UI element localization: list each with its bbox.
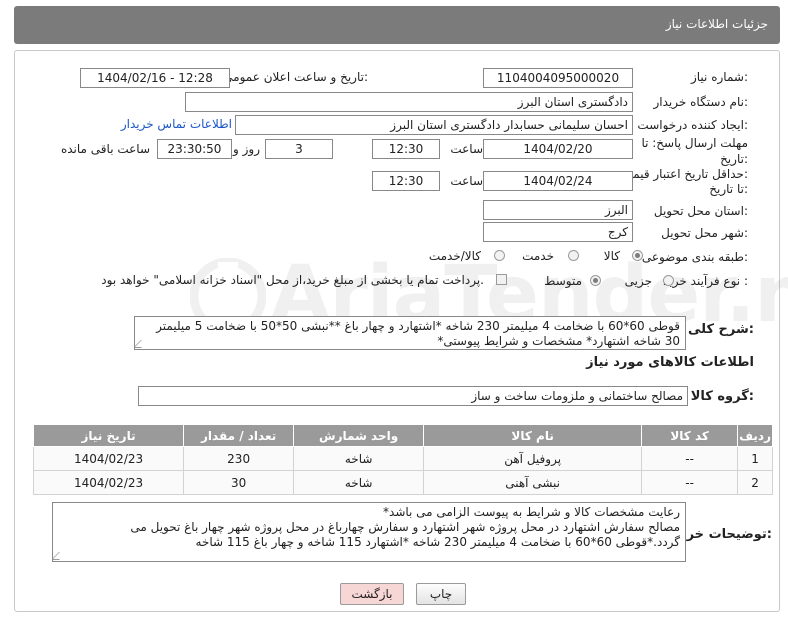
cell-code: -- [641,446,739,471]
deadline-label-2: تاریخ: [720,152,748,166]
resize-handle-icon[interactable] [135,340,149,348]
page-header: جزئیات اطلاعات نیاز [14,6,780,44]
days-remaining-field: 3 [265,139,333,159]
validity-time-label: ساعت [450,174,483,188]
process-radio-medium[interactable] [590,275,601,286]
treasury-payment-note: پرداخت تمام یا بخشی از مبلغ خرید،از محل … [101,273,484,287]
announce-label: تاریخ و ساعت اعلان عمومی: [223,70,368,84]
deadline-date-field: 1404/02/20 [483,139,633,159]
category-option-service: خدمت [522,249,554,263]
table-row: 1 -- پروفیل آهن شاخه 230 1404/02/23 [32,446,773,471]
buyer-contact-link[interactable]: اطلاعات تماس خریدار [121,117,232,131]
cell-date: 1404/02/23 [32,446,185,471]
remaining-time-field: 23:30:50 [157,139,232,159]
deadline-label-1: مهلت ارسال پاسخ: تا [641,136,748,150]
city-label: شهر محل تحویل: [661,226,748,240]
category-radio-service[interactable] [568,250,579,261]
buyer-field: دادگستری استان البرز [185,92,633,112]
announce-field: 1404/02/16 - 12:28 [80,68,230,88]
column-header-quantity: تعداد / مقدار [183,424,295,447]
category-radio-goods[interactable] [632,250,643,261]
buyer-notes-line-1: رعایت مشخصات کالا و شرایط به پیوست الزام… [383,505,680,519]
cell-quantity: 230 [183,446,295,471]
validity-label-1: حداقل تاریخ اعتبار قیمت: [621,167,748,181]
items-section-title: اطلاعات کالاهای مورد نیاز [586,355,754,370]
items-table: ردیف کد کالا نام کالا واحد شمارش تعداد /… [32,424,773,495]
goods-group-label: گروه کالا: [690,389,754,404]
buyer-label: نام دستگاه خریدار: [653,95,749,109]
category-option-goods: کالا [603,249,620,263]
column-header-unit: واحد شمارش [293,424,425,447]
column-header-name: نام کالا [423,424,643,447]
province-label: استان محل تحویل: [653,204,748,218]
cell-index: 1 [737,446,773,471]
goods-group-field: مصالح ساختمانی و ملزومات ساخت و ساز [138,386,688,406]
table-row: 2 -- نبشی آهنی شاخه 30 1404/02/23 [32,470,773,495]
resize-handle-icon[interactable] [53,552,67,560]
deadline-time-label: ساعت [450,142,483,156]
category-option-goods-service: کالا/خدمت [428,249,481,263]
page-title: جزئیات اطلاعات نیاز [665,17,768,31]
description-text: قوطی 60*60 با ضخامت 4 میلیمتر 230 شاخه *… [156,319,680,348]
column-header-code: کد کالا [641,424,739,447]
cell-name: نبشی آهنی [423,470,643,495]
print-button[interactable]: چاپ [416,583,466,605]
process-type-label: نوع فرآیند خرید : [663,274,748,288]
days-label: روز و [233,142,260,156]
creator-field: احسان سلیمانی حسابدار دادگستری استان الب… [235,115,633,135]
buyer-notes-textarea[interactable]: رعایت مشخصات کالا و شرایط به پیوست الزام… [52,502,686,562]
treasury-payment-checkbox[interactable] [496,274,507,285]
city-field: کرج [483,222,633,242]
cell-code: -- [641,470,739,495]
cell-date: 1404/02/23 [32,470,185,495]
process-option-medium: متوسط [544,274,582,288]
category-radio-goods-service[interactable] [494,250,505,261]
cell-quantity: 30 [183,470,295,495]
deadline-time-field: 12:30 [372,139,440,159]
cell-unit: شاخه [293,446,425,471]
back-button[interactable]: بازگشت [340,583,404,605]
need-number-label: شماره نیاز: [690,70,748,84]
process-option-minor: جزیی [624,274,652,288]
column-header-date: تاریخ نیاز [32,424,185,447]
creator-label: ایجاد کننده درخواست: [637,118,748,132]
category-label: طبقه بندی موضوعی: [641,250,748,264]
column-header-row: ردیف [737,424,773,447]
remaining-time-label: ساعت باقی مانده [60,142,150,156]
province-field: البرز [483,200,633,220]
validity-time-field: 12:30 [372,171,440,191]
cell-index: 2 [737,470,773,495]
validity-date-field: 1404/02/24 [483,171,633,191]
buyer-notes-line-3: گردد.*قوطی 60*60 با ضخامت 4 میلیمتر 230 … [195,535,681,549]
need-number-field: 1104004095000020 [483,68,633,88]
description-textarea[interactable]: قوطی 60*60 با ضخامت 4 میلیمتر 230 شاخه *… [134,316,686,350]
items-table-header: ردیف کد کالا نام کالا واحد شمارش تعداد /… [32,424,773,447]
cell-unit: شاخه [293,470,425,495]
buyer-notes-line-2: مصالح سفارش اشتهارد در محل پروژه شهر اشت… [130,520,680,534]
cell-name: پروفیل آهن [423,446,643,471]
process-radio-minor[interactable] [663,275,674,286]
validity-label-2: تا تاریخ: [709,182,748,196]
